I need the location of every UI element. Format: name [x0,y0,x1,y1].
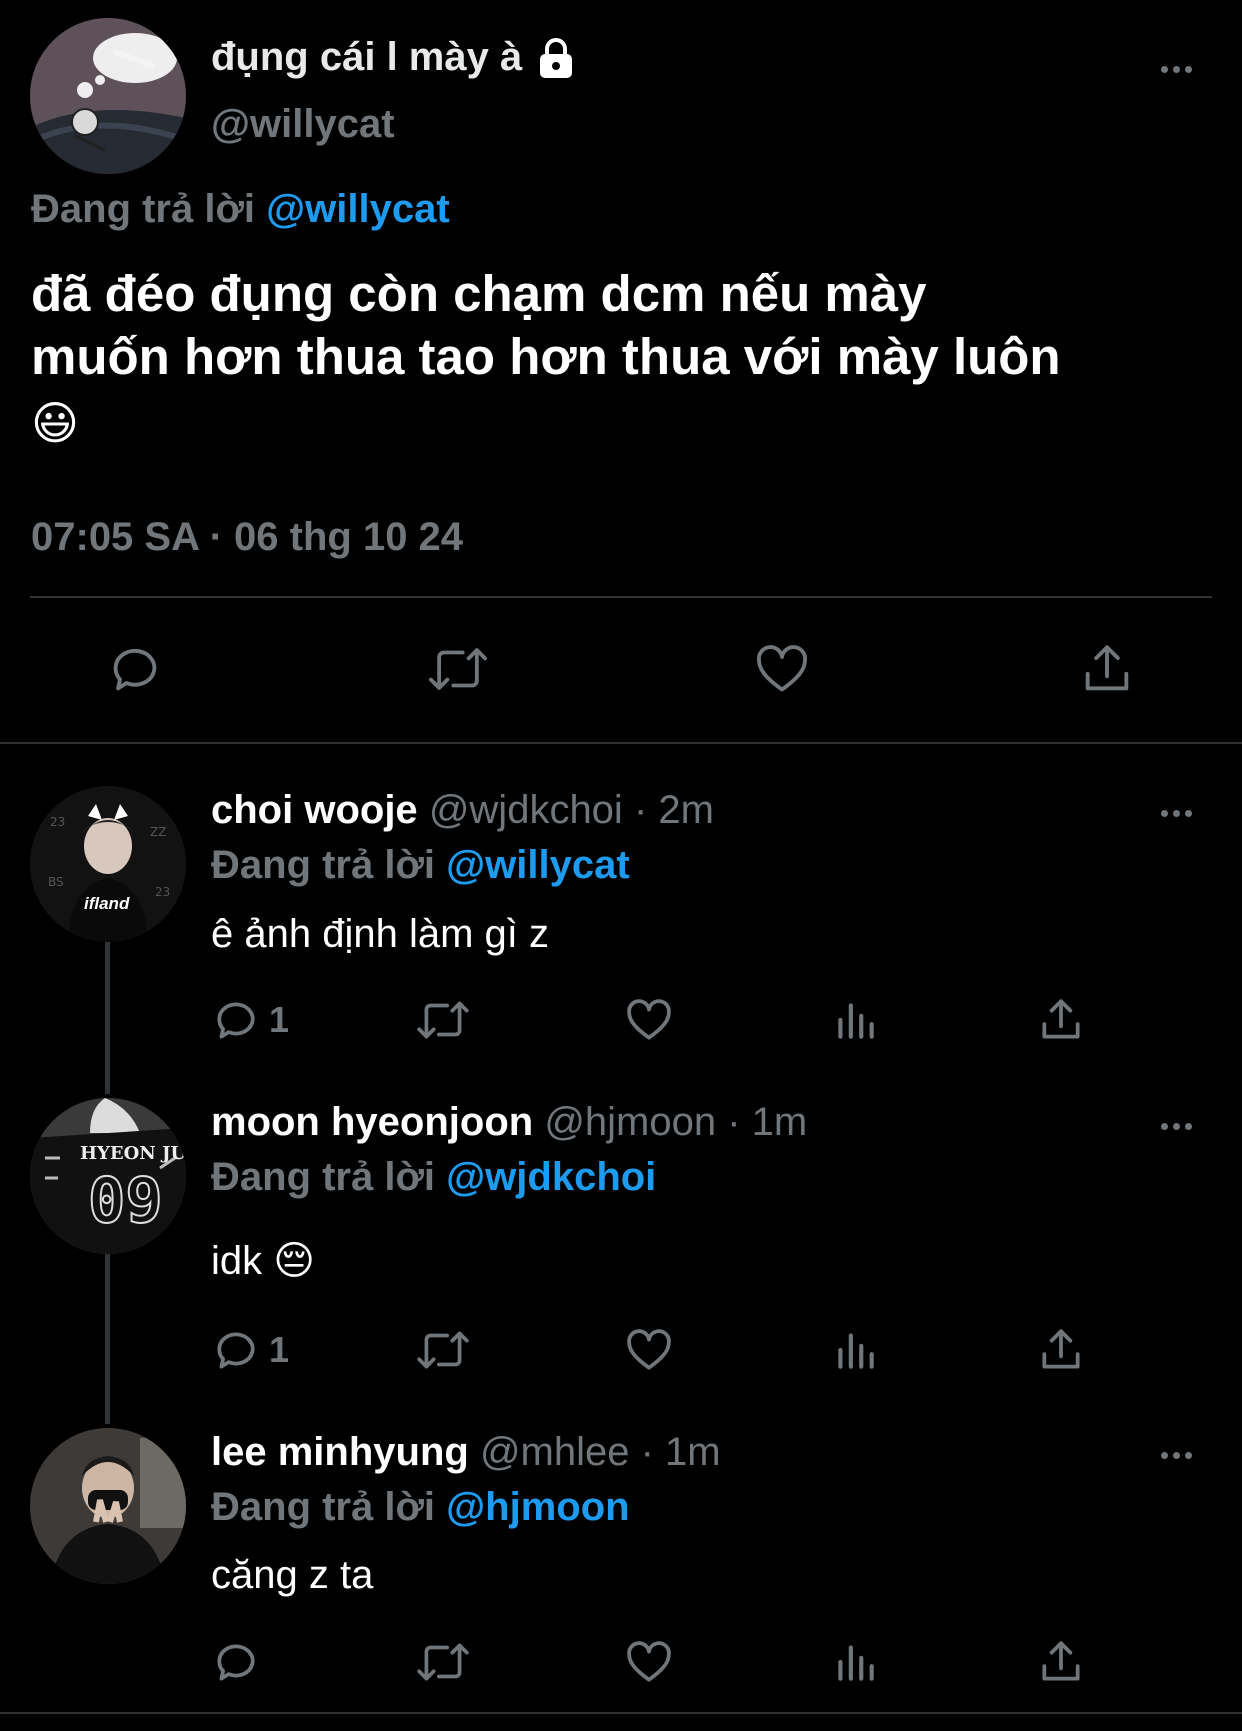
reply1-avatar-label: ifland [84,894,130,913]
reply1-header: choi wooje @wjdkchoi · 2m [211,788,714,833]
reply2-share-icon[interactable] [1036,1325,1086,1375]
main-tweet-text-line1: đã đéo đụng còn chạm dcm nếu mày [31,265,927,322]
svg-text:23: 23 [50,815,65,829]
reply1-text: ê ảnh định làm gì z [211,912,549,956]
reply3-retweet-icon[interactable] [414,1637,472,1687]
reply3-reply-icon[interactable] [211,1637,261,1687]
reply2-handle[interactable]: @hjmoon [544,1100,716,1144]
reply1-like-icon[interactable] [624,995,674,1045]
reply1-replying-prefix: Đang trả lời [211,843,436,887]
reply1-reply-count: 1 [269,999,290,1040]
main-tweet-text-line2: muốn hơn thua tao hơn thua với mày luôn [31,328,1061,385]
main-timestamp[interactable]: 07:05 SA · 06 thg 10 24 [31,515,463,560]
main-replying-line: Đang trả lời @willycat [31,187,450,232]
reply2-name[interactable]: moon hyeonjoon [211,1100,533,1144]
reply2-avatar-number: 09 [87,1163,164,1238]
reply2-replying-prefix: Đang trả lời [211,1155,436,1199]
reply2-header: moon hyeonjoon @hjmoon · 1m [211,1100,807,1145]
reply1-replying-line: Đang trả lời @willycat [211,843,630,888]
thread-line [105,940,110,1094]
main-display-name-text: đụng cái l mày à [211,35,523,79]
bottom-divider [0,1712,1242,1714]
reply2-reply-count: 1 [269,1329,290,1370]
reply2-views-icon[interactable] [830,1325,880,1375]
reply3-views-icon[interactable] [830,1637,880,1687]
main-divider-top [30,596,1212,598]
svg-text:ZZ: ZZ [150,825,166,839]
reply1-handle[interactable]: @wjdkchoi [429,788,623,832]
reply3-text: căng z ta [211,1553,374,1597]
main-replying-prefix: Đang trả lời [31,187,256,231]
reply3-replying-prefix: Đang trả lời [211,1485,436,1529]
main-tweet-text: đã đéo đụng còn chạm dcm nếu mày muốn hơ… [31,262,1061,455]
reply1-name[interactable]: choi wooje [211,788,418,832]
reply1-reply-icon[interactable]: 1 [211,995,289,1045]
reply1-retweet-icon[interactable] [414,995,472,1045]
reply2-replying-to-link[interactable]: @wjdkchoi [446,1155,656,1199]
reply2-text: idk 😔 [211,1239,315,1283]
reply3-more-icon[interactable] [1161,1452,1192,1459]
reply3-time[interactable]: · 1m [641,1430,721,1474]
main-handle[interactable]: @willycat [211,102,395,147]
reply2-like-icon[interactable] [624,1325,674,1375]
main-more-icon[interactable] [1161,66,1192,73]
reply2-time[interactable]: · 1m [727,1100,807,1144]
reply1-avatar[interactable]: 23 ZZ BS 23 ifland [30,786,186,942]
reply2-more-icon[interactable] [1161,1123,1192,1130]
reply2-avatar-name: HYEON JUN [80,1143,186,1164]
svg-text:23: 23 [155,885,170,899]
main-divider-bottom [0,742,1242,744]
main-avatar[interactable] [30,18,186,174]
reply1-replying-to-link[interactable]: @willycat [446,843,630,887]
reply3-avatar[interactable] [30,1428,186,1584]
reply3-replying-to-link[interactable]: @hjmoon [446,1485,629,1529]
reply1-more-icon[interactable] [1161,810,1192,817]
reply3-like-icon[interactable] [624,1637,674,1687]
main-display-name[interactable]: đụng cái l mày à [211,35,576,80]
reply2-replying-line: Đang trả lời @wjdkchoi [211,1155,656,1200]
reply3-replying-line: Đang trả lời @hjmoon [211,1485,630,1530]
lock-icon [536,37,576,79]
reply1-share-icon[interactable] [1036,995,1086,1045]
reply-icon[interactable] [106,640,164,698]
reply3-share-icon[interactable] [1036,1637,1086,1687]
main-tweet-emoji: 😃 [31,397,79,449]
svg-text:BS: BS [48,875,64,889]
share-icon[interactable] [1078,640,1136,698]
reply1-views-icon[interactable] [830,995,880,1045]
retweet-icon[interactable] [425,640,491,698]
reply1-time[interactable]: · 2m [634,788,714,832]
reply3-handle[interactable]: @mhlee [480,1430,630,1474]
reply2-reply-icon[interactable]: 1 [211,1325,289,1375]
reply2-retweet-icon[interactable] [414,1325,472,1375]
reply3-header: lee minhyung @mhlee · 1m [211,1430,721,1475]
like-icon[interactable] [752,640,812,698]
main-replying-to-link[interactable]: @willycat [266,187,450,231]
thread-line [105,1252,110,1424]
reply3-name[interactable]: lee minhyung [211,1430,469,1474]
reply2-avatar[interactable]: HYEON JUN 09 [30,1098,186,1254]
